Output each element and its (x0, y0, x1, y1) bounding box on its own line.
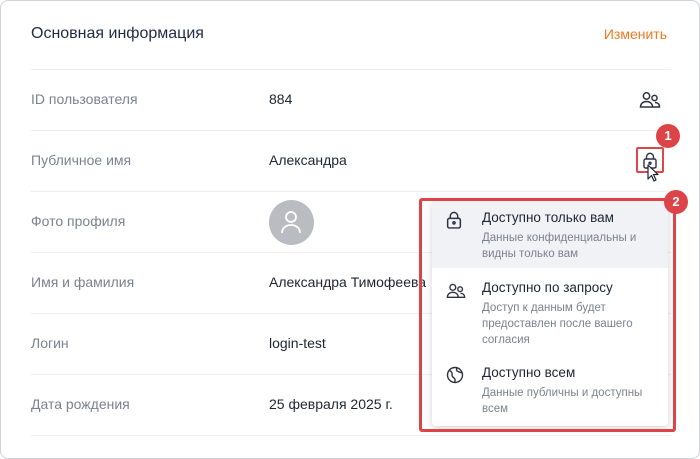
step-badge: 1 (656, 124, 680, 148)
divider (31, 435, 671, 436)
row-label: Фото профиля (31, 213, 126, 229)
step-badge: 2 (664, 190, 688, 214)
users-icon[interactable] (639, 89, 661, 111)
avatar[interactable] (269, 200, 314, 245)
row-value: 25 февраля 2025 г. (269, 396, 393, 412)
highlight-frame (419, 198, 676, 432)
card-title: Основная информация (31, 25, 204, 42)
row-value: Александра (269, 152, 347, 168)
row-value: Александра Тимофеева (269, 274, 427, 290)
row-label: Публичное имя (31, 152, 132, 168)
row-value: 884 (269, 91, 293, 107)
row-label: Имя и фамилия (31, 274, 135, 290)
row-user-id: ID пользователя 884 (31, 69, 671, 131)
row-label: Логин (31, 335, 69, 351)
cursor-icon (647, 164, 659, 182)
edit-link[interactable]: Изменить (604, 26, 667, 42)
row-label: ID пользователя (31, 91, 138, 107)
row-label: Дата рождения (31, 396, 130, 412)
row-public-name: Публичное имя Александра (31, 130, 671, 192)
row-value: login-test (269, 335, 326, 351)
